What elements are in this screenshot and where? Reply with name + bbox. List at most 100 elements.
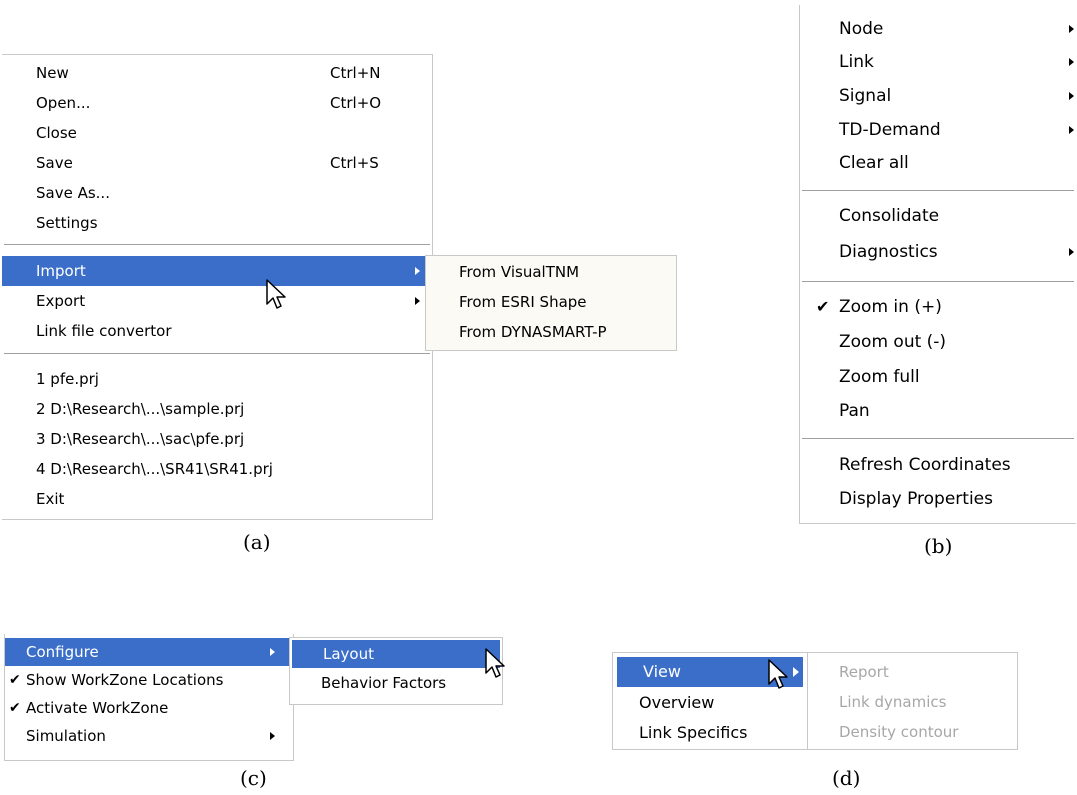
checkmark-icon: ✔ (9, 672, 21, 688)
menu-item-show-workzone-locations[interactable]: ✔ Show WorkZone Locations (5, 666, 293, 694)
menu-item-label: Export (36, 292, 86, 310)
menu-item-link-specifics[interactable]: Link Specifics (613, 718, 807, 748)
menu-item-save-as[interactable]: Save As... (2, 178, 432, 208)
menu-separator (802, 438, 1074, 440)
checkmark-icon: ✔ (9, 700, 21, 716)
menu-item-label: Density contour (839, 723, 959, 741)
menu-separator (4, 244, 430, 246)
menu-item-label: From ESRI Shape (459, 293, 587, 311)
menu-item-diagnostics[interactable]: Diagnostics (800, 235, 1076, 269)
menu-item-clear-all[interactable]: Clear all (800, 146, 1076, 180)
menu-separator (802, 281, 1074, 283)
menu-item-label: 3 D:\Research\...\sac\pfe.prj (36, 430, 245, 448)
menu-item-zoom-in[interactable]: ✔ Zoom in (+) (800, 290, 1076, 324)
menu-item-label: Link dynamics (839, 693, 947, 711)
menu-item-close[interactable]: Close (2, 118, 432, 148)
submenu-item-from-visualtnm[interactable]: From VisualTNM (426, 257, 676, 287)
submenu-arrow-icon (1069, 92, 1074, 100)
menu-item-label: 4 D:\Research\...\SR41\SR41.prj (36, 460, 273, 478)
menu-item-label: TD-Demand (839, 120, 941, 140)
mouse-pointer-icon (266, 279, 286, 309)
submenu-arrow-icon (1069, 248, 1074, 256)
menu-item-label: Refresh Coordinates (839, 455, 1011, 475)
menu-item-label: 1 pfe.prj (36, 370, 99, 388)
submenu-arrow-icon (415, 267, 420, 275)
menu-item-label: 2 D:\Research\...\sample.prj (36, 400, 245, 418)
menu-item-label: Display Properties (839, 489, 993, 509)
view-submenu: Report Link dynamics Density contour (807, 652, 1018, 750)
menu-item-label: Configure (26, 643, 99, 661)
menu-item-label: View (643, 662, 681, 681)
menu-item-settings[interactable]: Settings (2, 208, 432, 238)
menu-item-save[interactable]: Save Ctrl+S (2, 148, 432, 178)
menu-item-label: Diagnostics (839, 242, 938, 262)
shortcut-label: Ctrl+N (330, 64, 381, 82)
menu-item-label: Node (839, 19, 884, 39)
import-submenu: From VisualTNM From ESRI Shape From DYNA… (425, 255, 677, 351)
checkmark-icon: ✔ (816, 297, 830, 316)
menu-item-label: From DYNASMART-P (459, 323, 607, 341)
menu-item-new[interactable]: New Ctrl+N (2, 58, 432, 88)
submenu-arrow-icon (270, 648, 275, 656)
menu-item-zoom-full[interactable]: Zoom full (800, 360, 1076, 394)
submenu-arrow-icon (270, 732, 275, 740)
map-context-menu: Node Link Signal TD-Demand Clear all Con… (799, 5, 1076, 524)
menu-item-consolidate[interactable]: Consolidate (800, 199, 1076, 233)
menu-item-pan[interactable]: Pan (800, 394, 1076, 428)
file-menu: New Ctrl+N Open... Ctrl+O Close Save Ctr… (2, 54, 433, 520)
menu-item-configure[interactable]: Configure (5, 638, 293, 666)
menu-item-label: Activate WorkZone (26, 699, 169, 717)
menu-item-label: Overview (639, 693, 715, 712)
menu-item-activate-workzone[interactable]: ✔ Activate WorkZone (5, 694, 293, 722)
submenu-item-link-dynamics: Link dynamics (808, 687, 1017, 717)
configure-submenu: Layout Behavior Factors (289, 637, 503, 705)
recent-file-item[interactable]: 1 pfe.prj (2, 364, 432, 394)
menu-item-label: Link (839, 52, 874, 72)
caption-b: (b) (924, 534, 953, 558)
menu-item-export[interactable]: Export (2, 286, 432, 316)
menu-item-link-file-convertor[interactable]: Link file convertor (2, 316, 432, 346)
menu-item-label: Behavior Factors (321, 674, 447, 692)
menu-item-link[interactable]: Link (800, 45, 1076, 79)
recent-file-item[interactable]: 4 D:\Research\...\SR41\SR41.prj (2, 454, 432, 484)
menu-item-zoom-out[interactable]: Zoom out (-) (800, 325, 1076, 359)
submenu-item-behavior-factors[interactable]: Behavior Factors (290, 669, 502, 697)
menu-item-label: Signal (839, 86, 892, 106)
menu-item-label: Open... (36, 94, 91, 112)
submenu-item-from-dynasmart-p[interactable]: From DYNASMART-P (426, 317, 676, 347)
menu-item-td-demand[interactable]: TD-Demand (800, 113, 1076, 147)
menu-item-open[interactable]: Open... Ctrl+O (2, 88, 432, 118)
submenu-item-density-contour: Density contour (808, 717, 1017, 747)
mouse-pointer-icon (485, 648, 505, 678)
mouse-pointer-icon (768, 659, 788, 689)
menu-item-label: Save As... (36, 184, 110, 202)
menu-item-label: Zoom full (839, 367, 920, 387)
submenu-item-layout[interactable]: Layout (292, 640, 500, 668)
menu-item-label: Pan (839, 401, 870, 421)
menu-separator (4, 353, 430, 355)
menu-item-label: Zoom out (-) (839, 332, 947, 352)
menu-item-import[interactable]: Import (2, 256, 432, 286)
shortcut-label: Ctrl+S (330, 154, 379, 172)
recent-file-item[interactable]: 3 D:\Research\...\sac\pfe.prj (2, 424, 432, 454)
menu-item-node[interactable]: Node (800, 12, 1076, 46)
menu-item-simulation[interactable]: Simulation (5, 722, 293, 750)
menu-item-refresh-coordinates[interactable]: Refresh Coordinates (800, 448, 1076, 482)
caption-c: (c) (240, 766, 267, 790)
menu-separator (802, 190, 1074, 192)
submenu-arrow-icon (1069, 126, 1074, 134)
workzone-menu: Configure ✔ Show WorkZone Locations ✔ Ac… (4, 634, 294, 761)
submenu-arrow-icon (1069, 25, 1074, 33)
submenu-arrow-icon (1069, 58, 1074, 66)
recent-file-item[interactable]: 2 D:\Research\...\sample.prj (2, 394, 432, 424)
menu-item-label: Zoom in (+) (839, 297, 942, 317)
submenu-item-from-esri-shape[interactable]: From ESRI Shape (426, 287, 676, 317)
menu-item-label: Consolidate (839, 206, 940, 226)
menu-item-display-properties[interactable]: Display Properties (800, 482, 1076, 516)
shortcut-label: Ctrl+O (330, 94, 382, 112)
menu-item-exit[interactable]: Exit (2, 484, 432, 514)
menu-item-signal[interactable]: Signal (800, 79, 1076, 113)
caption-d: (d) (832, 766, 861, 790)
menu-item-label: Simulation (26, 727, 106, 745)
menu-item-label: Link file convertor (36, 322, 172, 340)
